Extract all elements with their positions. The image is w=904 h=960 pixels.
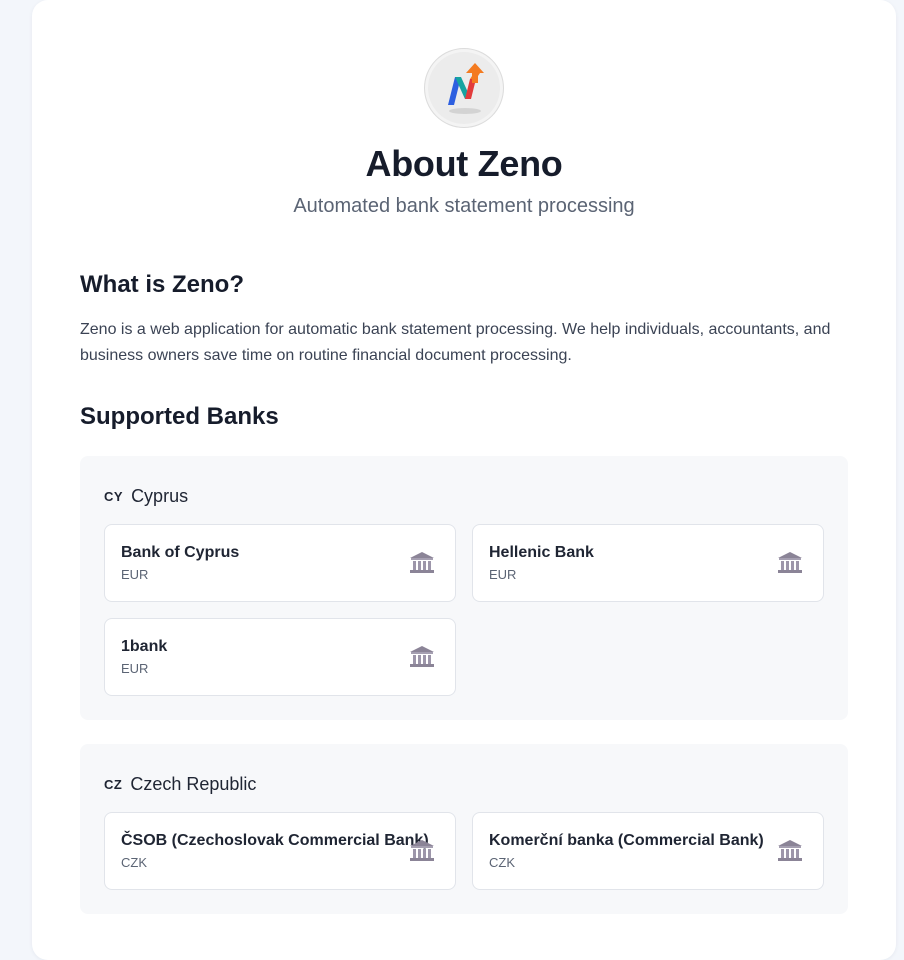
bank-name: ČSOB (Czechoslovak Commercial Bank) [121,832,429,849]
bank-name: Bank of Cyprus [121,544,240,561]
what-is-heading: What is Zeno? [80,271,244,298]
country-name: Cyprus [131,485,189,506]
bank-name: Hellenic Bank [489,544,594,561]
country-flag-code: CZ [104,776,123,792]
bank-currency: EUR [489,567,517,582]
bank-icon [778,552,802,573]
bank-currency: EUR [121,661,149,676]
bank-card-komercni-banka[interactable]: Komerční banka (Commercial Bank) CZK [472,812,824,890]
bank-currency: CZK [121,855,147,870]
about-card: About Zeno Automated bank statement proc… [32,0,896,960]
country-header: CY Cyprus [104,484,188,508]
bank-icon [410,840,434,861]
country-flag-code: CY [104,488,124,504]
country-header: CZ Czech Republic [104,772,256,796]
bank-name: 1bank [121,638,168,655]
bank-currency: EUR [121,567,149,582]
zeno-logo [424,48,504,128]
about-description: Zeno is a web application for automatic … [80,321,831,364]
supported-banks-heading: Supported Banks [80,403,279,430]
bank-card-hellenic-bank[interactable]: Hellenic Bank EUR [472,524,824,602]
bank-card-csob[interactable]: ČSOB (Czechoslovak Commercial Bank) CZK [104,812,456,890]
bank-currency: CZK [489,855,515,870]
country-section-cyprus: CY Cyprus Bank of Cyprus EUR Hellenic Ba… [80,456,848,720]
zeno-logo-icon [448,63,484,114]
bank-card-1bank[interactable]: 1bank EUR [104,618,456,696]
bank-name: Komerční banka (Commercial Bank) [489,832,764,849]
bank-icon [410,552,434,573]
bank-card-bank-of-cyprus[interactable]: Bank of Cyprus EUR [104,524,456,602]
page-subtitle: Automated bank statement processing [293,195,635,217]
country-name: Czech Republic [130,773,257,794]
page-title: About Zeno [365,143,563,184]
bank-icon [778,840,802,861]
country-section-czech-republic: CZ Czech Republic ČSOB (Czechoslovak Com… [80,744,848,914]
bank-icon [410,646,434,667]
